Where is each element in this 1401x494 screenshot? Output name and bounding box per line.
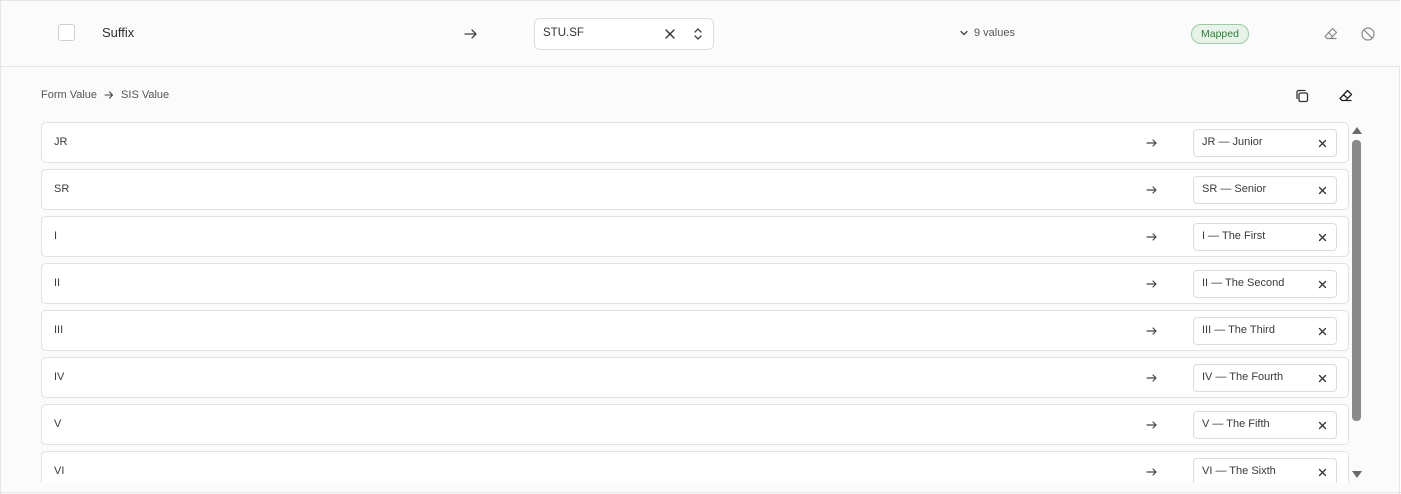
sis-field-select[interactable]: STU.SF	[534, 18, 714, 50]
sis-value: JR — Junior	[1202, 136, 1263, 148]
sis-value: II — The Second	[1202, 277, 1285, 289]
mapping-row: SR SR — Senior	[41, 169, 1349, 210]
row-checkbox[interactable]	[58, 24, 75, 41]
eraser-icon[interactable]	[1338, 88, 1354, 104]
arrow-right-icon	[464, 29, 477, 39]
field-name: Suffix	[102, 25, 135, 40]
field-row: Suffix STU.SF 9 values Mapped	[1, 1, 1400, 67]
close-icon[interactable]	[1318, 327, 1327, 336]
sis-value-select[interactable]: IV — The Fourth	[1193, 364, 1337, 392]
chevron-down-icon	[960, 30, 968, 36]
arrow-right-icon	[1146, 468, 1157, 476]
arrow-right-icon	[1146, 139, 1157, 147]
arrow-right-icon	[104, 91, 114, 99]
mapping-row: III III — The Third	[41, 310, 1349, 351]
close-icon[interactable]	[1318, 139, 1327, 148]
arrow-right-icon	[1146, 374, 1157, 382]
values-toggle[interactable]: 9 values	[959, 27, 1015, 39]
mapping-row: JR JR — Junior	[41, 122, 1349, 163]
sis-value-select[interactable]: JR — Junior	[1193, 129, 1337, 157]
sis-value: V — The Fifth	[1202, 418, 1270, 430]
divider	[0, 492, 1401, 493]
sis-value-select[interactable]: I — The First	[1193, 223, 1337, 251]
clear-selection-icon[interactable]	[663, 27, 677, 41]
close-icon[interactable]	[1318, 374, 1327, 383]
column-sis-value: SIS Value	[121, 89, 170, 101]
scrollbar-thumb[interactable]	[1352, 140, 1361, 421]
mapping-row: VI VI — The Sixth	[41, 451, 1349, 483]
arrow-right-icon	[1146, 327, 1157, 335]
arrow-right-icon	[1146, 280, 1157, 288]
mapping-row: II II — The Second	[41, 263, 1349, 304]
sis-field-value: STU.SF	[543, 27, 584, 39]
field-mapping-panel: Suffix STU.SF 9 values Mapped Form Value…	[0, 0, 1400, 494]
form-value: I	[54, 230, 58, 242]
status-badge: Mapped	[1191, 24, 1249, 44]
close-icon[interactable]	[1318, 280, 1327, 289]
close-icon[interactable]	[1318, 186, 1327, 195]
values-count: 9 values	[974, 27, 1015, 39]
mapping-row: IV IV — The Fourth	[41, 357, 1349, 398]
sis-value: SR — Senior	[1202, 183, 1267, 195]
value-mapping-list[interactable]: JR JR — Junior SR SR — Senior I I — The …	[41, 122, 1350, 483]
arrow-right-icon	[1146, 233, 1157, 241]
column-form-value: Form Value	[41, 89, 98, 101]
close-icon[interactable]	[1318, 233, 1327, 242]
scroll-up-arrow[interactable]	[1352, 127, 1362, 134]
sis-value: III — The Third	[1202, 324, 1275, 336]
sis-value-select[interactable]: II — The Second	[1193, 270, 1337, 298]
sis-value-select[interactable]: VI — The Sixth	[1193, 458, 1337, 483]
sis-value: IV — The Fourth	[1202, 371, 1284, 383]
close-icon[interactable]	[1318, 468, 1327, 477]
form-value: SR	[54, 183, 70, 195]
sis-value: VI — The Sixth	[1202, 465, 1276, 477]
mapping-row: V V — The Fifth	[41, 404, 1349, 445]
form-value: VI	[54, 465, 65, 477]
form-value: IV	[54, 371, 65, 383]
form-value: JR	[54, 136, 68, 148]
sis-value-select[interactable]: SR — Senior	[1193, 176, 1337, 204]
arrow-right-icon	[1146, 186, 1157, 194]
mapping-columns-header: Form Value SIS Value	[41, 89, 169, 101]
scroll-down-arrow[interactable]	[1352, 471, 1362, 478]
sis-value: I — The First	[1202, 230, 1266, 242]
sis-value-select[interactable]: V — The Fifth	[1193, 411, 1337, 439]
copy-icon[interactable]	[1294, 88, 1310, 104]
arrow-right-icon	[1146, 421, 1157, 429]
chevron-up-down-icon[interactable]	[691, 26, 705, 42]
mapping-row: I I — The First	[41, 216, 1349, 257]
eraser-icon[interactable]	[1323, 26, 1339, 42]
form-value: V	[54, 418, 62, 430]
sis-value-select[interactable]: III — The Third	[1193, 317, 1337, 345]
form-value: III	[54, 324, 64, 336]
ban-icon[interactable]	[1360, 26, 1376, 42]
form-value: II	[54, 277, 61, 289]
close-icon[interactable]	[1318, 421, 1327, 430]
